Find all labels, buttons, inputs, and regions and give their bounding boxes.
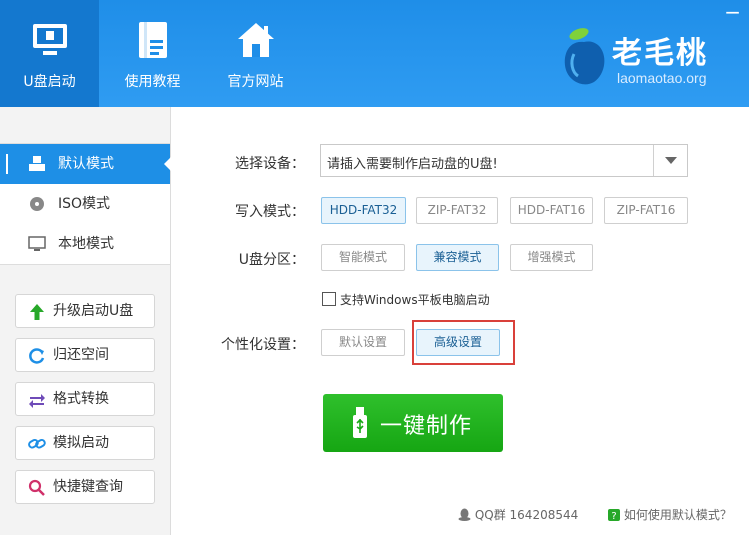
partition-smart[interactable]: 智能模式: [321, 244, 405, 271]
mode-iso[interactable]: ISO模式: [0, 184, 170, 224]
nav-official-site[interactable]: 官方网站: [206, 0, 305, 107]
disc-icon: [30, 197, 44, 211]
nav-label: U盘启动: [23, 74, 76, 90]
hotkey-query-button[interactable]: 快捷键查询: [15, 470, 155, 504]
device-select-value: 请插入需要制作启动盘的U盘!: [327, 157, 498, 172]
brand-logo: 老毛桃 laomaotao.org: [560, 26, 740, 96]
mode-label: 默认模式: [58, 156, 114, 172]
mode-label: 本地模式: [58, 236, 114, 252]
nav-usb-boot[interactable]: U盘启动: [0, 0, 99, 107]
usb-drive-icon: [29, 156, 45, 171]
peach-logo-icon: [564, 28, 605, 85]
search-icon: [28, 479, 45, 496]
partition-label: U盘分区：: [238, 252, 305, 268]
write-mode-hdd-fat16[interactable]: HDD-FAT16: [510, 197, 593, 224]
tool-label: 升级启动U盘: [53, 303, 134, 319]
one-click-make-button[interactable]: 一键制作: [323, 394, 503, 452]
highlight-annotation: [412, 320, 515, 365]
help-link[interactable]: ? 如何使用默认模式？: [608, 506, 732, 523]
nav-label: 官方网站: [227, 74, 284, 90]
brand-name: 老毛桃: [612, 36, 708, 71]
arrow-up-icon: [30, 304, 44, 320]
default-settings-button[interactable]: 默认设置: [321, 329, 405, 356]
partition-compatible[interactable]: 兼容模式: [416, 244, 499, 271]
device-label: 选择设备：: [235, 156, 305, 172]
home-icon: [237, 23, 274, 57]
write-mode-hdd-fat32[interactable]: HDD-FAT32: [321, 197, 406, 224]
write-mode-zip-fat32[interactable]: ZIP-FAT32: [416, 197, 498, 224]
partition-enhanced[interactable]: 增强模式: [510, 244, 593, 271]
usb-monitor-icon: [32, 24, 67, 55]
help-text: 如何使用默认模式？: [623, 508, 732, 522]
tablet-support-label[interactable]: 支持Windows平板电脑启动: [340, 291, 490, 308]
device-select[interactable]: 请插入需要制作启动盘的U盘!: [320, 144, 688, 177]
tool-label: 快捷键查询: [53, 479, 123, 495]
format-convert-button[interactable]: 格式转换: [15, 382, 155, 416]
nav-tutorial[interactable]: 使用教程: [103, 0, 202, 107]
qq-group-link[interactable]: QQ群 164208544: [458, 506, 578, 523]
monitor-icon: [28, 236, 46, 251]
mode-label: ISO模式: [58, 196, 111, 212]
qq-penguin-icon: [458, 508, 471, 521]
swap-icon: [29, 394, 45, 408]
usb-stick-icon: [353, 407, 367, 438]
tutorial-book-icon: [138, 22, 167, 58]
refresh-icon: [29, 348, 45, 364]
tool-label: 归还空间: [53, 347, 109, 363]
make-button-label: 一键制作: [380, 414, 473, 439]
qq-group-text: QQ群 164208544: [474, 508, 579, 522]
sidebar: 默认模式 ISO模式 本地模式 升级启动U盘 归还空间 格式转换 模拟启动 快捷…: [0, 107, 171, 535]
tool-label: 格式转换: [53, 391, 109, 407]
write-mode-label: 写入模式：: [235, 204, 305, 220]
simulate-boot-button[interactable]: 模拟启动: [15, 426, 155, 460]
personalize-label: 个性化设置：: [221, 337, 305, 353]
svg-text:?: ?: [611, 511, 616, 521]
nav-label: 使用教程: [124, 74, 181, 90]
mode-default[interactable]: 默认模式: [0, 144, 171, 184]
chevron-down-icon[interactable]: [653, 145, 687, 176]
tool-label: 模拟启动: [53, 435, 109, 451]
mode-list: 默认模式 ISO模式 本地模式: [0, 143, 171, 265]
write-mode-zip-fat16[interactable]: ZIP-FAT16: [604, 197, 688, 224]
tablet-support-checkbox[interactable]: [322, 292, 336, 306]
restore-space-button[interactable]: 归还空间: [15, 338, 155, 372]
help-icon: ?: [608, 509, 620, 522]
mode-local[interactable]: 本地模式: [0, 224, 170, 264]
brand-url: laomaotao.org: [617, 70, 707, 86]
app-header: U盘启动 使用教程 官方网站 − 老毛桃 laomaotao.org: [0, 0, 749, 107]
link-icon: [28, 439, 46, 449]
minimize-button[interactable]: −: [724, 2, 741, 22]
upgrade-usb-button[interactable]: 升级启动U盘: [15, 294, 155, 328]
